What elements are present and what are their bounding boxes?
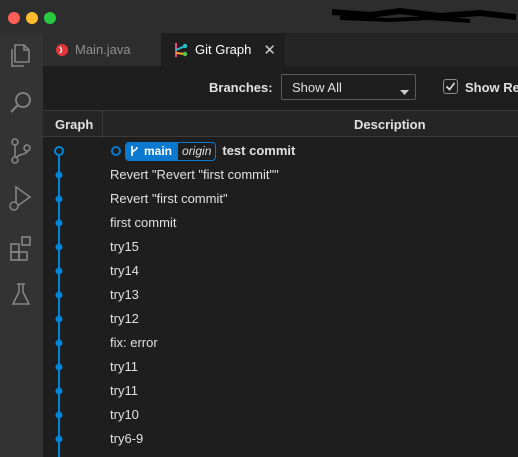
activity-bar bbox=[0, 33, 43, 457]
branches-dropdown[interactable]: Show All bbox=[281, 74, 416, 100]
branches-label: Branches: bbox=[209, 80, 273, 95]
tab-label: Main.java bbox=[75, 42, 131, 57]
commit-message: try14 bbox=[110, 263, 139, 278]
git-graph-controls: Branches: Show All Show Re bbox=[43, 66, 518, 110]
commit-row[interactable]: try6-9 bbox=[110, 427, 143, 451]
redaction-scribble bbox=[331, 7, 517, 23]
graph-commit-node[interactable] bbox=[55, 219, 63, 227]
extensions-icon[interactable] bbox=[5, 232, 37, 264]
graph-commit-node[interactable] bbox=[55, 339, 63, 347]
checkmark-icon bbox=[445, 82, 456, 91]
remote-name: origin bbox=[177, 142, 215, 160]
graph-commit-node[interactable] bbox=[55, 387, 63, 395]
commit-message: try15 bbox=[110, 239, 139, 254]
commit-row[interactable]: first commit bbox=[110, 211, 176, 235]
java-icon bbox=[55, 43, 69, 57]
branch-ref-label[interactable]: main origin bbox=[125, 141, 217, 161]
commit-message: first commit bbox=[110, 215, 177, 230]
search-icon[interactable] bbox=[5, 87, 37, 119]
show-remote-label: Show Re bbox=[465, 80, 518, 95]
commit-row[interactable]: try11 bbox=[110, 379, 138, 403]
branch-icon bbox=[126, 142, 142, 160]
commit-message: try6-9 bbox=[110, 431, 144, 446]
editor-tab-bar: Main.java Git Graph ✕ bbox=[43, 33, 518, 66]
commit-message: try13 bbox=[110, 287, 139, 302]
commit-table-header: Graph Description bbox=[43, 110, 518, 138]
explorer-icon[interactable] bbox=[5, 40, 37, 72]
graph-commit-node[interactable] bbox=[55, 267, 63, 275]
run-debug-icon[interactable] bbox=[5, 182, 37, 214]
title-bar bbox=[0, 0, 518, 33]
commit-row[interactable]: Revert "first commit" bbox=[110, 187, 228, 211]
commit-row[interactable]: try12 bbox=[110, 307, 139, 331]
show-remote-checkbox[interactable] bbox=[443, 79, 458, 94]
commit-row[interactable]: main origin test commit bbox=[110, 139, 295, 163]
source-control-icon[interactable] bbox=[5, 135, 37, 167]
graph-commit-node[interactable] bbox=[55, 411, 63, 419]
commit-row[interactable]: Revert "Revert "first commit"" bbox=[110, 163, 279, 187]
close-icon[interactable]: ✕ bbox=[263, 41, 276, 59]
git-graph-icon bbox=[173, 42, 189, 58]
tab-main-java[interactable]: Main.java bbox=[43, 33, 161, 66]
graph-column-header: Graph bbox=[55, 117, 94, 132]
minimize-window-button[interactable] bbox=[26, 12, 38, 24]
commit-graph bbox=[54, 146, 64, 457]
graph-commit-node[interactable] bbox=[55, 315, 63, 323]
close-window-button[interactable] bbox=[8, 12, 20, 24]
commit-message: test commit bbox=[222, 143, 296, 158]
testing-icon[interactable] bbox=[5, 279, 37, 311]
graph-head-node[interactable] bbox=[54, 146, 64, 156]
graph-commit-node[interactable] bbox=[55, 195, 63, 203]
tab-label: Git Graph bbox=[195, 42, 252, 57]
column-divider[interactable] bbox=[102, 111, 103, 138]
zoom-window-button[interactable] bbox=[44, 12, 56, 24]
commit-message: try11 bbox=[110, 359, 138, 374]
branch-name: main bbox=[142, 142, 178, 160]
graph-commit-node[interactable] bbox=[55, 171, 63, 179]
graph-commit-node[interactable] bbox=[55, 363, 63, 371]
commit-row[interactable]: try15 bbox=[110, 235, 139, 259]
chevron-down-icon bbox=[400, 84, 409, 99]
graph-commit-node[interactable] bbox=[55, 243, 63, 251]
commit-message: try10 bbox=[110, 407, 139, 422]
commit-message: fix: error bbox=[110, 335, 158, 350]
commit-row[interactable]: try10 bbox=[110, 403, 139, 427]
commit-message: try12 bbox=[110, 311, 139, 326]
branches-value: Show All bbox=[292, 80, 342, 95]
description-column-header: Description bbox=[354, 117, 426, 132]
tab-git-graph[interactable]: Git Graph ✕ bbox=[161, 33, 285, 66]
commit-row[interactable]: try13 bbox=[110, 283, 139, 307]
graph-commit-node[interactable] bbox=[55, 291, 63, 299]
commit-row[interactable]: try11 bbox=[110, 355, 138, 379]
commit-message: Revert "first commit" bbox=[110, 191, 228, 206]
commit-row[interactable]: fix: error bbox=[110, 331, 158, 355]
graph-commit-node[interactable] bbox=[55, 435, 63, 443]
commit-message: try11 bbox=[110, 383, 138, 398]
commit-row[interactable]: try14 bbox=[110, 259, 139, 283]
commit-message: Revert "Revert "first commit"" bbox=[110, 167, 279, 182]
uncommitted-changes-icon bbox=[111, 146, 121, 156]
